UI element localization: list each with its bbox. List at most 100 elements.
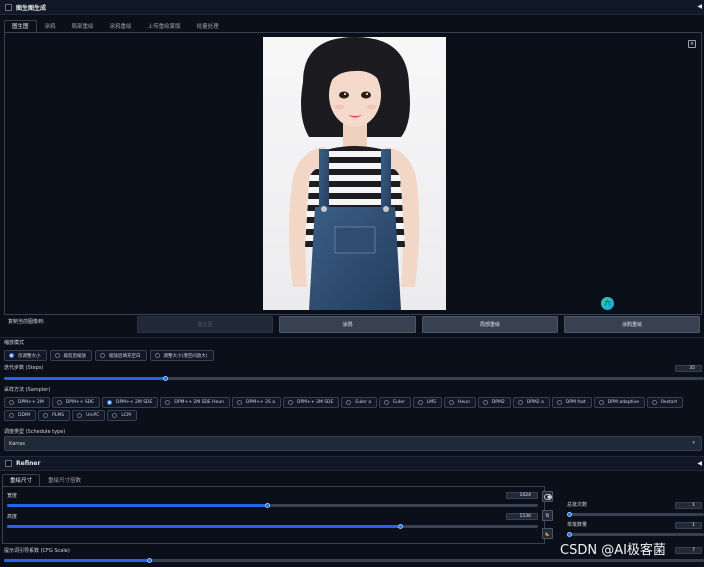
slider-track [567,513,704,516]
sampler-option[interactable]: DPM++ 2S a [232,397,281,408]
assistant-badge-icon[interactable]: 六 [601,297,614,310]
copy-to-label: 复制当前图像到: [8,319,45,325]
steps-slider[interactable] [4,376,704,381]
img2img-accordion-header[interactable]: 图生图生成 ◀ [0,0,704,15]
divider [0,337,704,338]
resize-option-1[interactable]: 裁剪后缩放 [49,350,92,361]
sampler-option[interactable]: DDIM [4,410,37,421]
batch-count-input[interactable]: 1 [675,502,702,509]
batch-size-slider[interactable] [567,532,704,537]
slider-fill [7,504,267,507]
slider-knob[interactable] [398,524,403,529]
schedule-type-value: Karras [9,440,25,447]
sampler-option[interactable]: DPM++ 2M SDE [101,397,159,408]
sampler-option[interactable]: Euler a [341,397,378,408]
tab-img2img[interactable]: 图生图 [4,20,37,32]
slider-knob[interactable] [163,376,168,381]
radio-dot [598,400,604,405]
radio-dot [287,400,293,405]
radio-dot [9,413,14,418]
tab-batch[interactable]: 批量处理 [189,20,227,32]
height-number-input[interactable]: 1536 [506,513,538,520]
sampler-option[interactable]: DPM2 a [512,397,550,408]
cfg-scale-input[interactable]: 7 [675,547,702,554]
radio-dot [100,353,105,358]
size-tabs: 重绘尺寸 重绘尺寸倍数 [2,473,89,486]
copy-to-sketch-button[interactable]: 涂鸦 [279,316,416,333]
sampler-option[interactable]: UniPC [72,410,106,421]
resize-mode-radio-group: 仅调整大小 裁剪后缩放 缩放后填充空白 调整大小(潜空间放大) [4,350,214,361]
slider-fill [4,377,165,380]
sampler-option[interactable]: Heun [443,397,476,408]
chevron-down-icon: ▾ [692,440,695,446]
copy-to-inpaint-button[interactable]: 局部重绘 [422,316,558,333]
cfg-scale-slider[interactable] [4,558,704,563]
slider-knob[interactable] [567,532,572,537]
sampler-option[interactable]: LMS [412,397,442,408]
sampler-option[interactable]: DPM++ 2M [4,397,50,408]
sampler-option[interactable]: PLMS [38,410,71,421]
width-label: 宽度 [7,493,18,499]
slider-knob[interactable] [147,558,152,563]
schedule-type-label: 调度类型 (Schedule type) [4,429,66,435]
sampler-option[interactable]: DPM2 [477,397,511,408]
resize-option-0[interactable]: 仅调整大小 [4,350,47,361]
copy-to-img2img-button[interactable]: 图生图 [137,316,273,333]
sampler-option[interactable]: LCM [107,410,137,421]
radio-dot [106,400,112,405]
refiner-checkbox[interactable] [5,460,12,467]
sampler-option[interactable]: DPM adaptive [593,397,645,408]
accordion-checkbox[interactable] [5,3,12,11]
batch-count-slider[interactable] [567,512,704,517]
sampler-option[interactable]: DPM fast [551,397,592,408]
resize-option-2[interactable]: 缩放后填充空白 [95,350,147,361]
resize-option-3[interactable]: 调整大小(潜空间放大) [149,350,214,361]
tab-sketch[interactable]: 涂鸦 [37,20,64,32]
sampler-option[interactable]: DPM++ 2M SDE Heun [160,397,231,408]
radio-dot [346,400,352,405]
switch-icon [543,493,552,500]
slider-knob[interactable] [265,503,270,508]
batch-size-label: 单批数量 [567,522,588,528]
sampler-option[interactable]: Euler [379,397,411,408]
radio-dot [9,400,14,405]
resize-mode-label: 缩放模式 [4,340,25,346]
slider-knob[interactable] [567,512,572,517]
slider-fill [4,559,149,562]
radio-dot [165,400,171,405]
refiner-accordion-header[interactable]: Refiner ◀ [0,456,704,471]
collapse-triangle-icon[interactable]: ◀ [697,3,702,10]
collapse-triangle-icon[interactable]: ◀ [697,460,702,467]
sampler-radio-group: DPM++ 2M DPM++ SDE DPM++ 2M SDE DPM++ 2M SD… [4,397,704,421]
steps-number-input[interactable]: 35 [675,365,702,372]
steps-label: 迭代步数 (Steps) [4,365,44,371]
swap-dimensions-button[interactable]: ⇅ [542,510,553,521]
cfg-scale-label: 提示词引导系数 (CFG Scale) [4,548,70,554]
radio-dot [9,353,14,358]
copy-to-inpaint-sketch-button[interactable]: 涂鸦重绘 [564,316,700,333]
res-preset-button[interactable] [542,491,553,502]
tab-inpaint-upload[interactable]: 上传重绘蒙版 [140,20,189,32]
height-slider[interactable] [7,524,538,529]
batch-size-input[interactable]: 1 [675,522,702,529]
image-upload-panel[interactable]: × 六 [4,32,702,315]
tab-resize-to[interactable]: 重绘尺寸 [2,474,41,486]
radio-dot [556,400,562,405]
sampler-option[interactable]: DPM++ SDE [51,397,100,408]
width-number-input[interactable]: 1024 [506,492,538,499]
radio-dot [482,400,488,405]
sampler-option[interactable]: Restart [647,397,684,408]
schedule-type-select[interactable]: Karras ▾ [4,436,702,451]
radio-dot [417,400,423,405]
tab-inpaint-sketch[interactable]: 涂鸦重绘 [102,20,140,32]
width-slider[interactable] [7,503,538,508]
slider-fill [7,525,400,528]
accordion-title: 图生图生成 [16,4,47,12]
radio-dot [448,400,454,405]
radio-dot [112,413,118,418]
close-icon[interactable]: × [688,40,696,48]
aspect-ratio-lock-button[interactable]: ◣ [542,528,553,539]
sampler-option[interactable]: DPM++ 3M SDE [282,397,340,408]
tab-inpaint[interactable]: 局部重绘 [64,20,102,32]
tab-resize-by[interactable]: 重绘尺寸倍数 [40,474,89,486]
